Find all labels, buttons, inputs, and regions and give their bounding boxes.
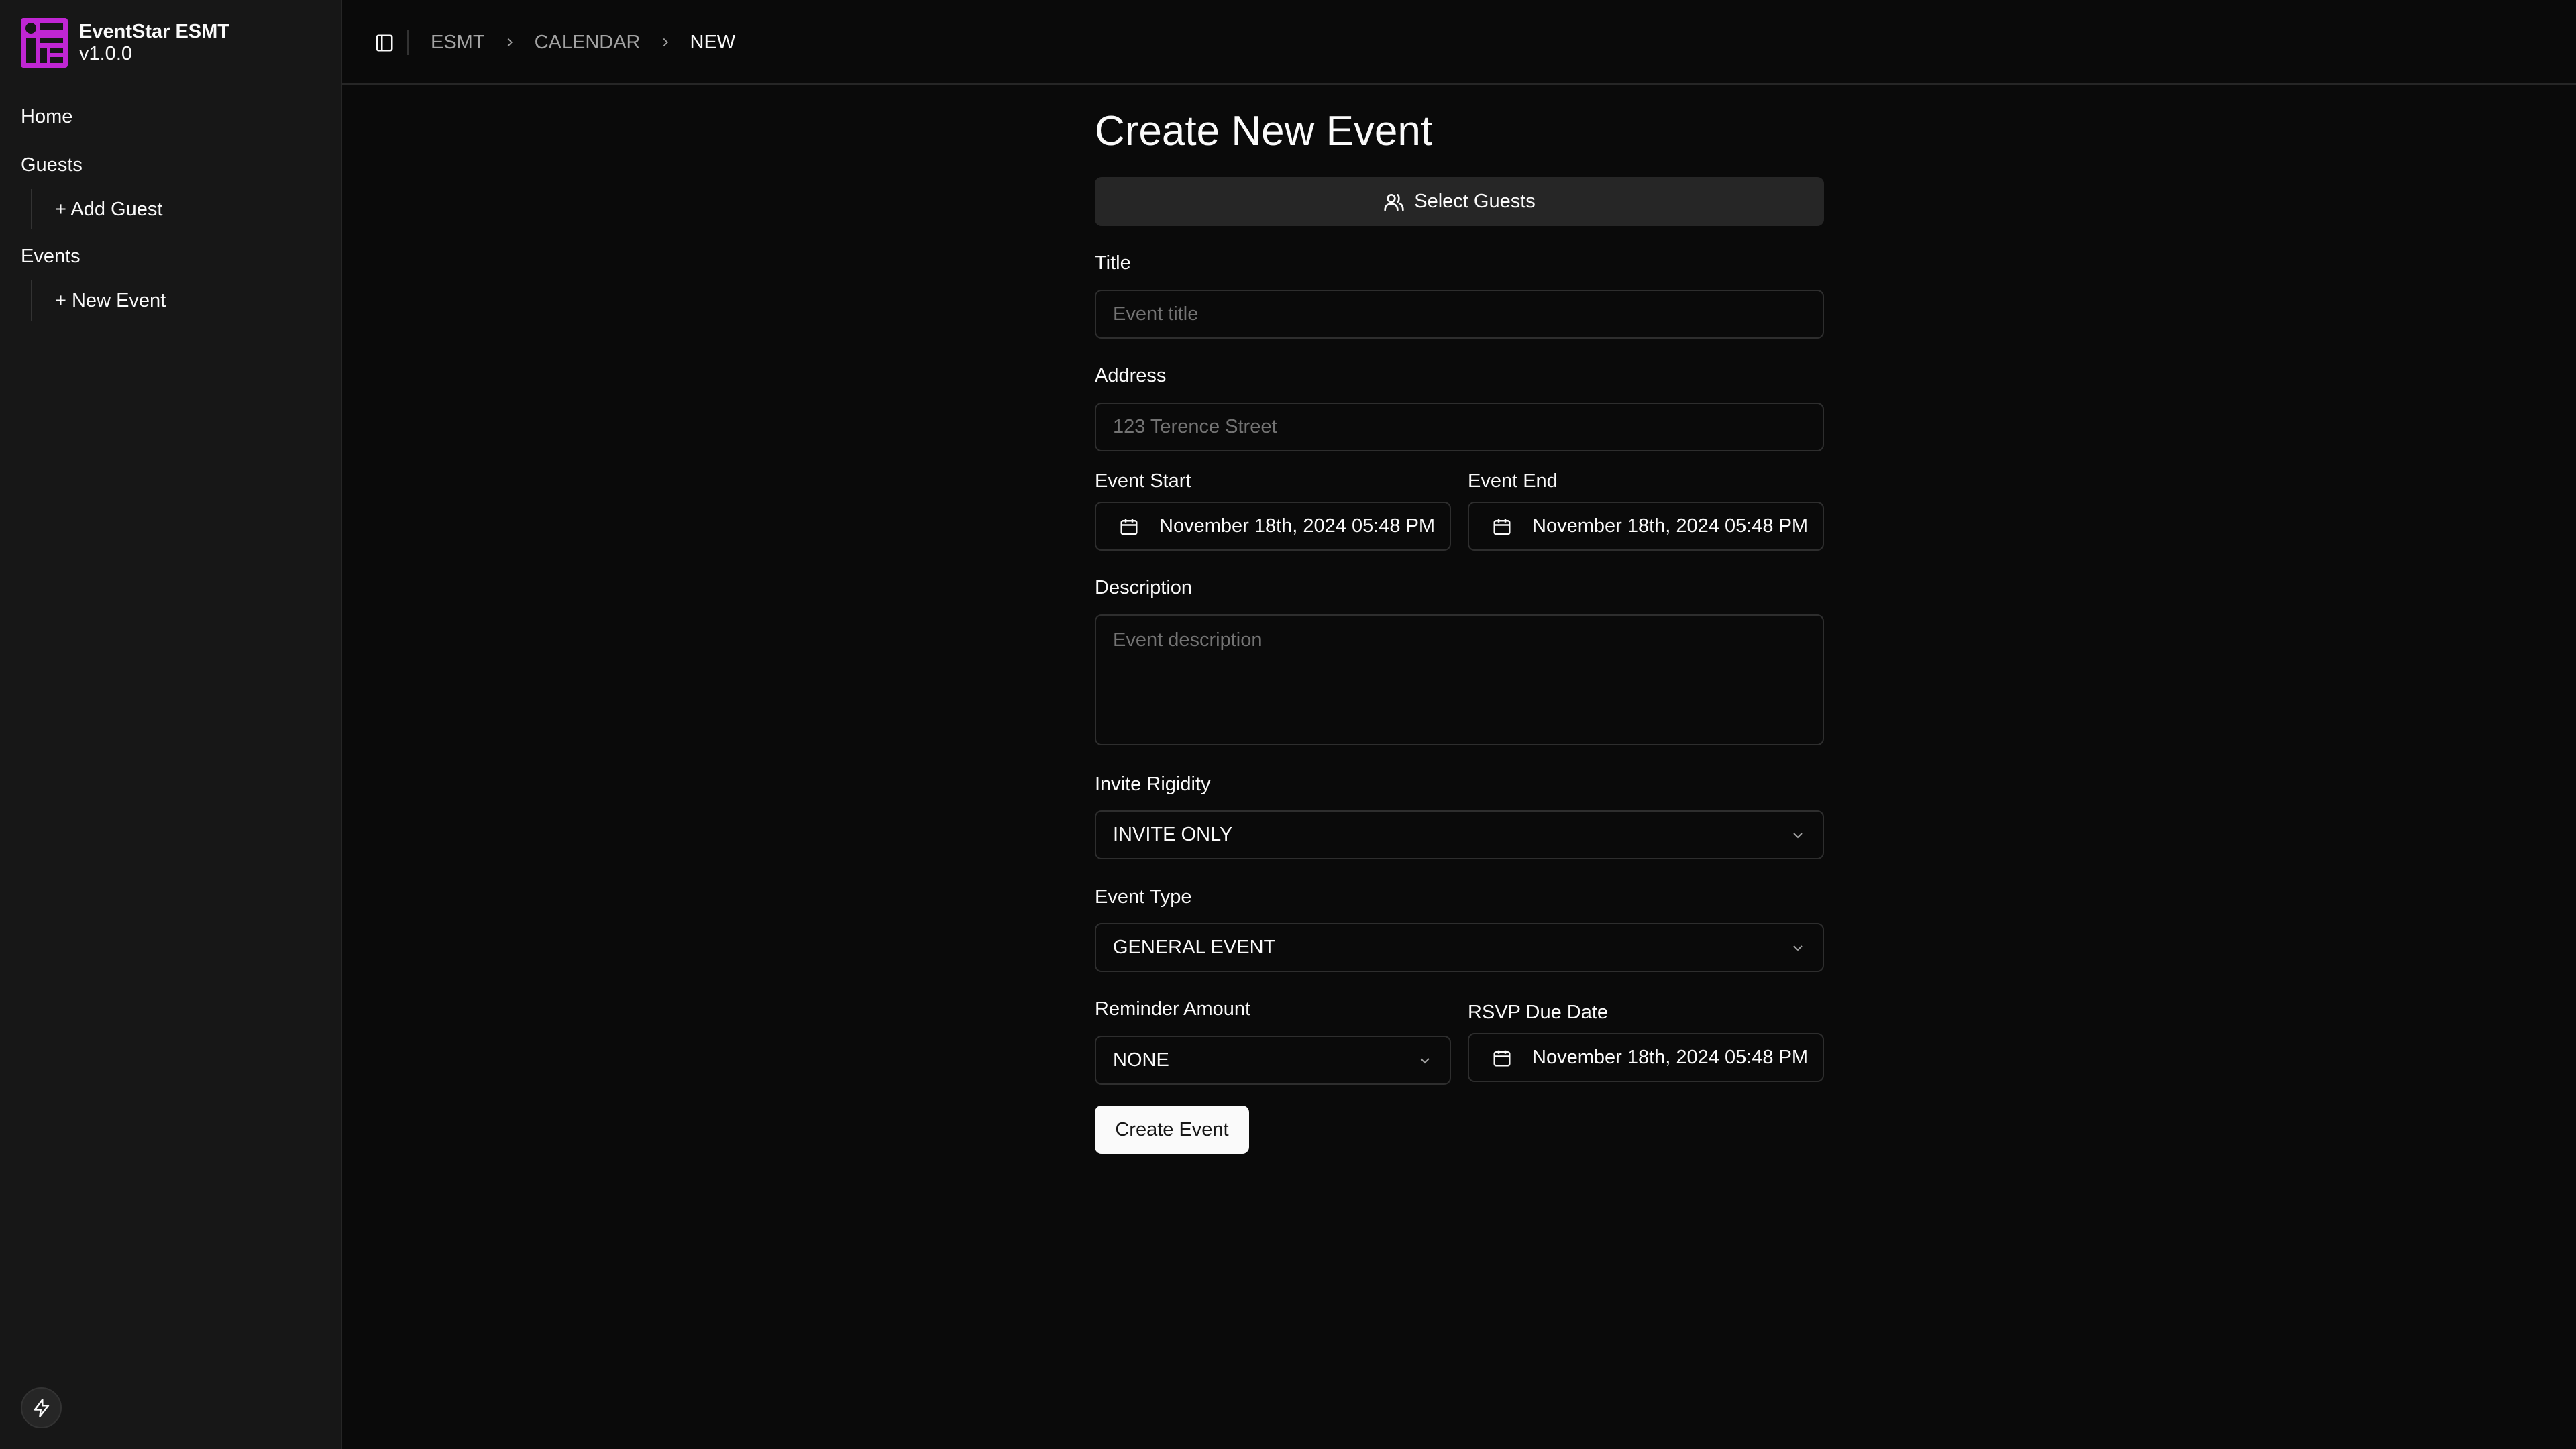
page-title: Create New Event	[1095, 108, 1433, 154]
sidebar: EventStar ESMT v1.0.0 Home Guests + Add …	[0, 0, 342, 1449]
event-type-select[interactable]: GENERAL EVENT	[1095, 923, 1824, 972]
create-event-button[interactable]: Create Event	[1095, 1106, 1249, 1154]
sidebar-item-new-event[interactable]: + New Event	[31, 280, 166, 321]
chevron-right-icon	[658, 35, 673, 50]
brand-name: EventStar ESMT	[79, 21, 229, 42]
create-event-label: Create Event	[1115, 1118, 1229, 1140]
invite-rigidity-label: Invite Rigidity	[1095, 773, 1211, 795]
invite-rigidity-select[interactable]: INVITE ONLY	[1095, 810, 1824, 859]
description-textarea[interactable]: Event description	[1095, 614, 1824, 745]
sidebar-item-home[interactable]: Home	[21, 106, 72, 128]
sidebar-item-guests[interactable]: Guests	[21, 154, 83, 176]
description-label: Description	[1095, 577, 1193, 598]
event-start-label: Event Start	[1095, 470, 1191, 492]
chevron-right-icon	[502, 35, 517, 50]
rsvp-due-label: RSVP Due Date	[1468, 1002, 1609, 1023]
chevron-down-icon	[1793, 832, 1803, 838]
sidebar-item-new-event-label: + New Event	[55, 289, 166, 311]
event-type-label: Event Type	[1095, 886, 1192, 908]
reminder-amount-value: NONE	[1113, 1049, 1169, 1071]
brand-version: v1.0.0	[79, 43, 132, 64]
select-guests-label: Select Guests	[1414, 191, 1536, 212]
event-type-value: GENERAL EVENT	[1113, 936, 1276, 958]
reminder-amount-label: Reminder Amount	[1095, 998, 1251, 1020]
calendar-icon	[1120, 519, 1138, 535]
calendar-icon	[1493, 1050, 1511, 1066]
sidebar-toggle-icon	[376, 34, 393, 52]
brand[interactable]: EventStar ESMT v1.0.0	[21, 18, 229, 68]
reminder-amount-select[interactable]: NONE	[1095, 1036, 1451, 1085]
invite-rigidity-value: INVITE ONLY	[1113, 824, 1233, 845]
event-end-label: Event End	[1468, 470, 1558, 492]
eventstar-logo-icon	[21, 18, 68, 68]
description-placeholder: Event description	[1113, 629, 1263, 651]
event-end-picker[interactable]: November 18th, 2024 05:48 PM	[1468, 502, 1824, 551]
bolt-button[interactable]	[21, 1387, 62, 1428]
address-label: Address	[1095, 365, 1167, 386]
breadcrumb-calendar[interactable]: CALENDAR	[535, 32, 641, 54]
title-placeholder: Event title	[1113, 303, 1199, 325]
select-guests-button[interactable]: Select Guests	[1095, 177, 1824, 226]
sidebar-toggle-button[interactable]	[368, 30, 401, 56]
event-start-value: November 18th, 2024 05:48 PM	[1159, 515, 1436, 537]
calendar-icon	[1493, 519, 1511, 535]
sidebar-item-events[interactable]: Events	[21, 246, 80, 268]
sidebar-item-add-guest[interactable]: + Add Guest	[31, 189, 162, 229]
breadcrumb: ESMT CALENDAR NEW	[431, 30, 735, 55]
chevron-down-icon	[1793, 945, 1803, 951]
users-icon	[1384, 193, 1404, 211]
breadcrumb-esmt[interactable]: ESMT	[431, 32, 485, 54]
breadcrumb-new: NEW	[690, 31, 736, 53]
rsvp-due-value: November 18th, 2024 05:48 PM	[1532, 1046, 1809, 1068]
event-end-value: November 18th, 2024 05:48 PM	[1532, 515, 1809, 537]
bolt-icon	[34, 1398, 49, 1417]
sidebar-item-add-guest-label: + Add Guest	[55, 198, 163, 220]
address-placeholder: 123 Terence Street	[1113, 416, 1277, 437]
address-input[interactable]: 123 Terence Street	[1095, 402, 1824, 451]
chevron-down-icon	[1420, 1057, 1430, 1063]
rsvp-due-picker[interactable]: November 18th, 2024 05:48 PM	[1468, 1033, 1824, 1082]
top-bar: ESMT CALENDAR NEW	[342, 0, 2576, 85]
header-divider	[407, 30, 409, 55]
event-start-picker[interactable]: November 18th, 2024 05:48 PM	[1095, 502, 1451, 551]
title-input[interactable]: Event title	[1095, 290, 1824, 339]
title-label: Title	[1095, 252, 1131, 274]
